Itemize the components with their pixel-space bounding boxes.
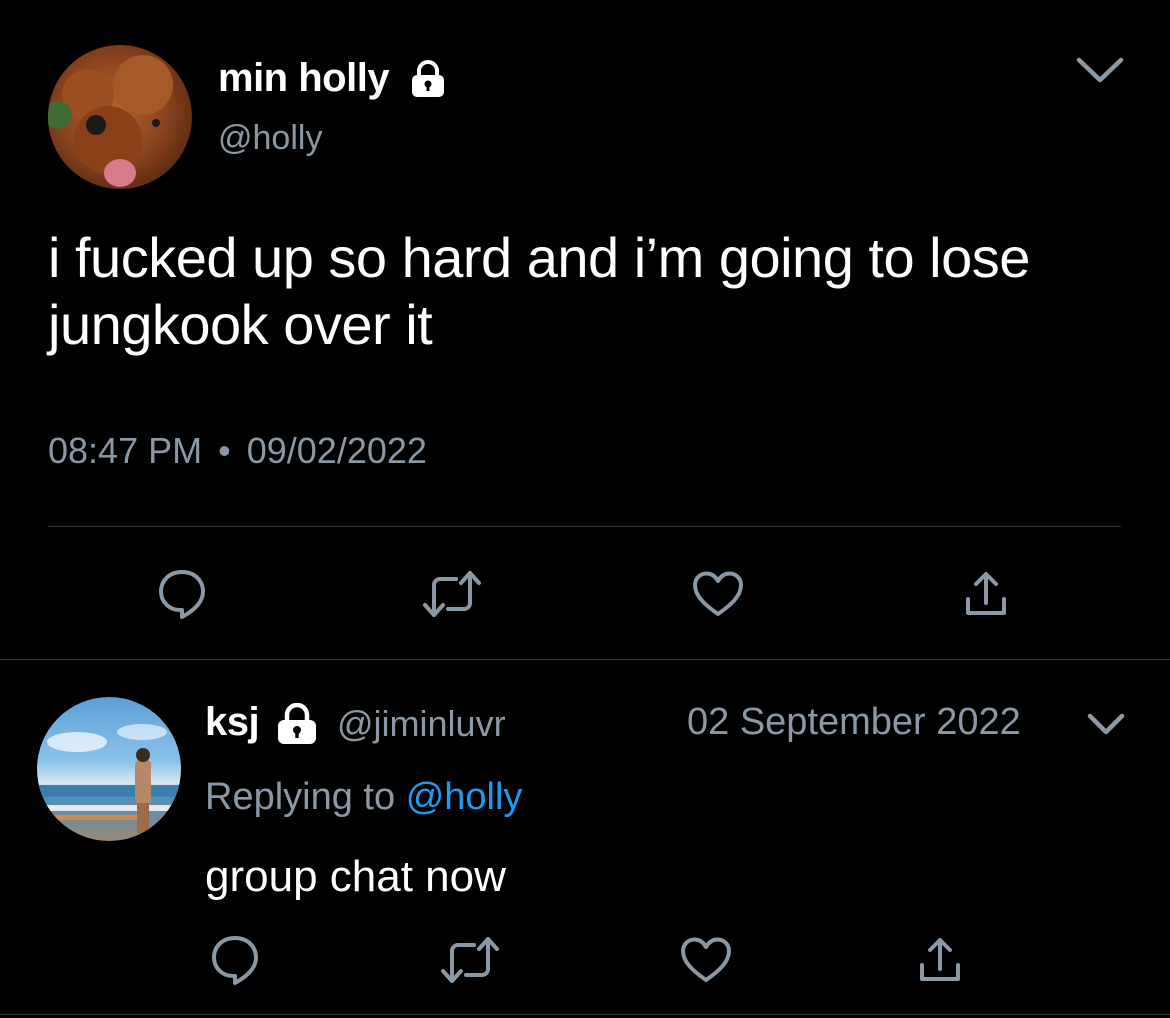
chevron-down-icon[interactable]	[1074, 52, 1126, 93]
main-tweet-text: i fucked up so hard and i’m going to los…	[48, 226, 1030, 357]
retweet-button[interactable]	[438, 928, 502, 992]
reply-button[interactable]	[203, 928, 267, 992]
tweet-time[interactable]: 08:47 PM	[48, 430, 202, 471]
heart-icon	[691, 570, 745, 618]
lock-icon	[275, 703, 319, 745]
main-display-name[interactable]: min holly	[218, 56, 390, 101]
reply-tweet-avatar[interactable]	[37, 697, 181, 841]
retweet-icon	[422, 571, 482, 617]
reply-button[interactable]	[150, 562, 214, 626]
replying-to-mention[interactable]: @holly	[406, 776, 523, 818]
reply-date[interactable]: 02 September 2022	[687, 701, 1021, 744]
divider	[0, 1014, 1170, 1015]
divider	[48, 526, 1121, 527]
divider	[0, 659, 1170, 660]
share-button[interactable]	[954, 562, 1018, 626]
main-handle[interactable]: @holly	[218, 119, 322, 158]
reply-icon	[157, 568, 207, 620]
lock-icon	[408, 60, 448, 98]
replying-to: Replying to @holly	[205, 776, 522, 819]
replying-to-label: Replying to	[205, 776, 396, 818]
like-button[interactable]	[674, 928, 738, 992]
reply-icon	[210, 934, 260, 986]
reply-handle[interactable]: @jiminluvr	[337, 703, 506, 745]
share-icon	[916, 935, 964, 985]
tweet-date[interactable]: 09/02/2022	[247, 430, 427, 471]
share-icon	[962, 569, 1010, 619]
reply-tweet-text: group chat now	[205, 852, 506, 901]
heart-icon	[679, 936, 733, 984]
tweet-timestamp[interactable]: 08:47 PM • 09/02/2022	[48, 430, 427, 472]
retweet-icon	[440, 937, 500, 983]
chevron-down-icon[interactable]	[1084, 708, 1128, 745]
share-button[interactable]	[908, 928, 972, 992]
retweet-button[interactable]	[420, 562, 484, 626]
main-tweet-avatar[interactable]	[48, 45, 192, 189]
like-button[interactable]	[686, 562, 750, 626]
reply-display-name[interactable]: ksj	[205, 700, 260, 745]
timestamp-separator: •	[218, 430, 231, 471]
